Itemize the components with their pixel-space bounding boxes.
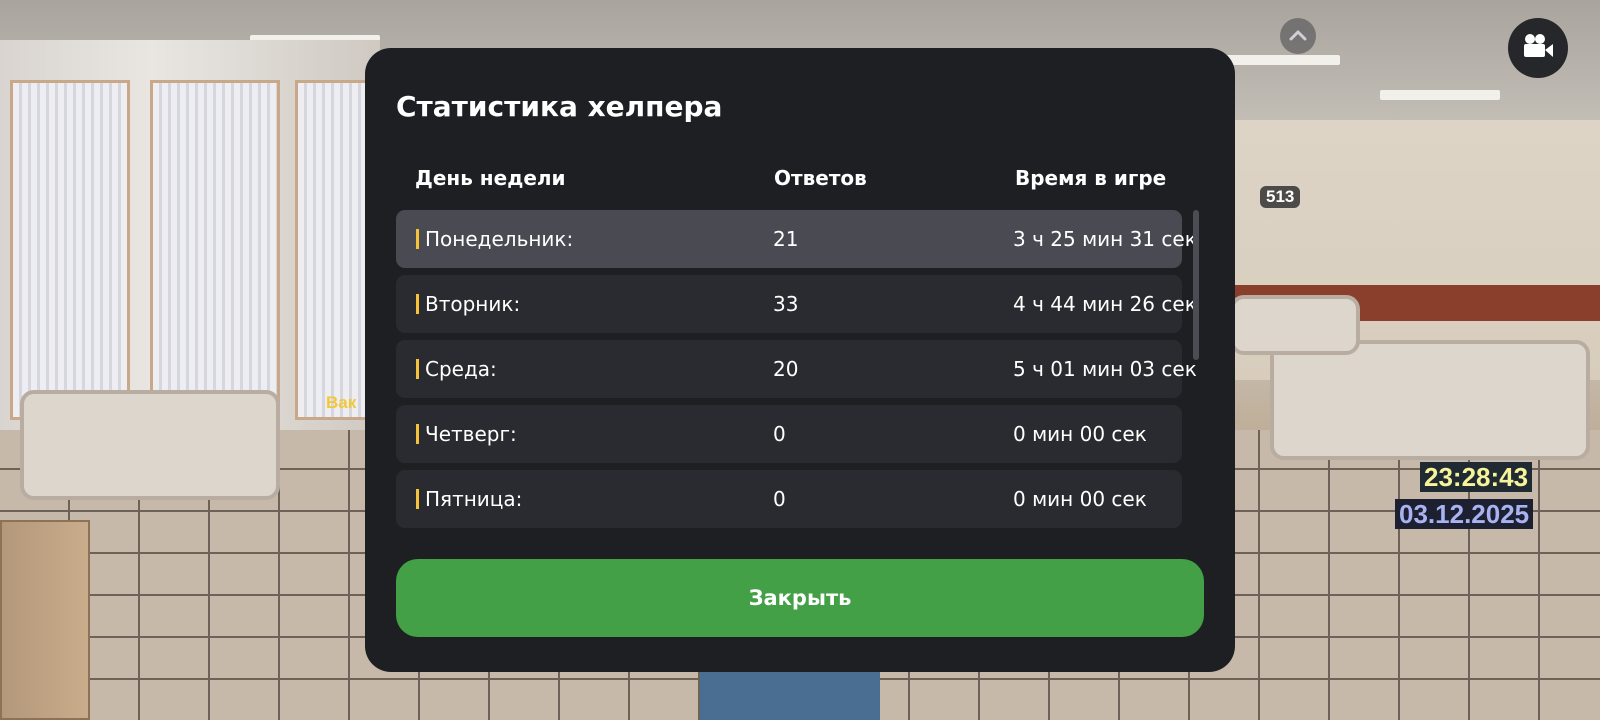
row-answers: 0 <box>773 487 786 511</box>
hospital-bed <box>20 390 280 500</box>
row-marker <box>416 359 419 379</box>
row-marker <box>416 229 419 249</box>
column-header-time: Время в игре <box>1015 166 1167 190</box>
row-marker <box>416 489 419 509</box>
table-row[interactable]: Понедельник: 21 3 ч 25 мин 31 сек <box>396 210 1197 268</box>
table-scrollbar[interactable] <box>1193 210 1199 522</box>
row-time: 3 ч 25 мин 31 сек <box>1013 227 1197 251</box>
column-header-answers: Ответов <box>774 166 867 190</box>
helper-stats-dialog: Статистика хелпера День недели Ответов В… <box>365 48 1235 672</box>
row-answers: 21 <box>773 227 799 251</box>
table-row[interactable]: Четверг: 0 0 мин 00 сек <box>396 405 1182 463</box>
window-blind <box>10 80 130 420</box>
game-clock-time: 23:28:43 <box>1420 462 1533 492</box>
row-day: Вторник: <box>425 292 521 316</box>
row-answers: 20 <box>773 357 799 381</box>
row-day: Четверг: <box>425 422 517 446</box>
row-answers: 0 <box>773 422 786 446</box>
row-time: 4 ч 44 мин 26 сек <box>1013 292 1197 316</box>
row-day: Понедельник: <box>425 227 574 251</box>
window-blind <box>295 80 375 420</box>
row-marker <box>416 424 419 444</box>
table-row[interactable]: Вторник: 33 4 ч 44 мин 26 сек <box>396 275 1197 333</box>
collapse-button[interactable] <box>1280 18 1316 54</box>
row-time: 0 мин 00 сек <box>1013 422 1147 446</box>
row-time: 0 мин 00 сек <box>1013 487 1147 511</box>
table-row[interactable]: Пятница: 0 0 мин 00 сек <box>396 470 1182 528</box>
camera-button[interactable] <box>1508 18 1568 78</box>
dialog-title: Статистика хелпера <box>396 90 723 123</box>
ceiling-light <box>1380 90 1500 100</box>
row-day: Среда: <box>425 357 497 381</box>
table-row[interactable]: Среда: 20 5 ч 01 мин 03 сек <box>396 340 1197 398</box>
game-clock-date: 03.12.2025 <box>1395 499 1534 529</box>
hospital-bed <box>1230 295 1360 355</box>
video-camera-icon <box>1521 33 1555 63</box>
player-id-badge: 513 <box>1260 186 1301 208</box>
row-marker <box>416 294 419 314</box>
window-blind <box>150 80 280 420</box>
row-time: 5 ч 01 мин 03 сек <box>1013 357 1197 381</box>
chevron-up-icon <box>1288 27 1308 46</box>
row-day: Пятница: <box>425 487 523 511</box>
row-answers: 33 <box>773 292 799 316</box>
close-button[interactable]: Закрыть <box>396 559 1204 637</box>
hospital-bed <box>1270 340 1590 460</box>
scrollbar-thumb[interactable] <box>1193 210 1199 360</box>
cabinet <box>0 520 90 720</box>
column-header-day: День недели <box>415 166 566 190</box>
stats-table-body[interactable]: Понедельник: 21 3 ч 25 мин 31 сек Вторни… <box>396 210 1206 570</box>
player-nametag: Вак <box>326 393 357 412</box>
table-header: День недели Ответов Время в игре <box>396 166 1181 196</box>
